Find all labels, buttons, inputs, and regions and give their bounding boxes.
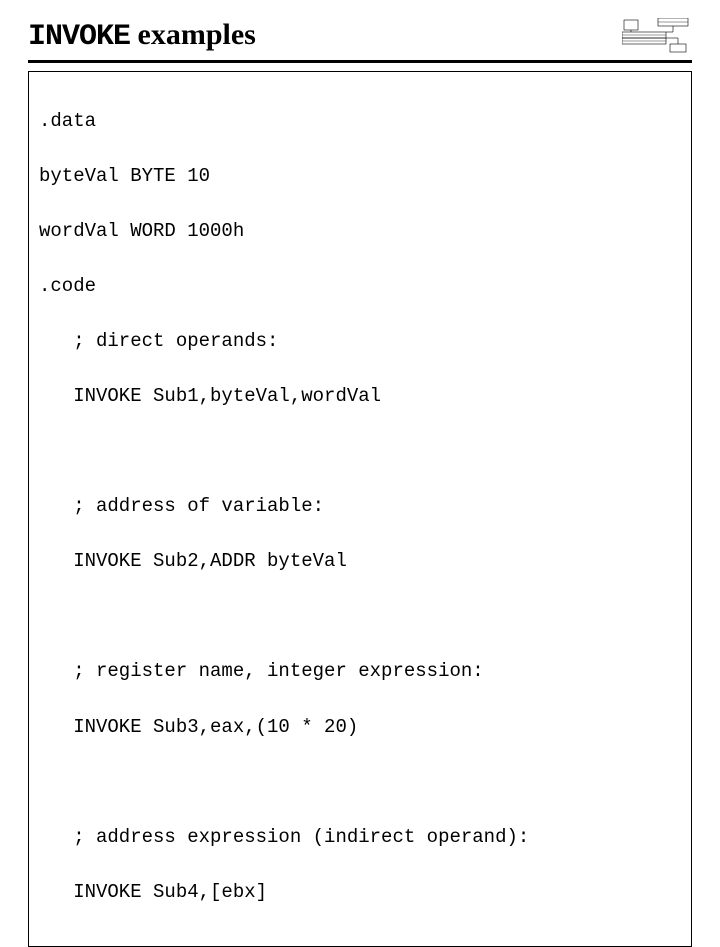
- code-line: ; register name, integer expression:: [39, 658, 681, 686]
- slide-header: INVOKE examples: [28, 18, 692, 63]
- title-rest: examples: [130, 18, 256, 51]
- code-line: INVOKE Sub1,byteVal,wordVal: [39, 383, 681, 411]
- code-line: .data: [39, 108, 681, 136]
- code-line: INVOKE Sub2,ADDR byteVal: [39, 548, 681, 576]
- computer-diagram-icon: [622, 18, 692, 54]
- code-line: byteVal BYTE 10: [39, 163, 681, 191]
- blank-line: [39, 603, 681, 631]
- code-line: ; address expression (indirect operand):: [39, 824, 681, 852]
- code-block: .data byteVal BYTE 10 wordVal WORD 1000h…: [28, 71, 692, 947]
- page-title: INVOKE examples: [28, 18, 256, 54]
- code-line: ; address of variable:: [39, 493, 681, 521]
- code-line: INVOKE Sub3,eax,(10 * 20): [39, 714, 681, 742]
- code-line: ; direct operands:: [39, 328, 681, 356]
- title-mono: INVOKE: [28, 20, 130, 54]
- blank-line: [39, 769, 681, 797]
- code-line: .code: [39, 273, 681, 301]
- code-line: wordVal WORD 1000h: [39, 218, 681, 246]
- code-line: INVOKE Sub4,[ebx]: [39, 879, 681, 907]
- blank-line: [39, 438, 681, 466]
